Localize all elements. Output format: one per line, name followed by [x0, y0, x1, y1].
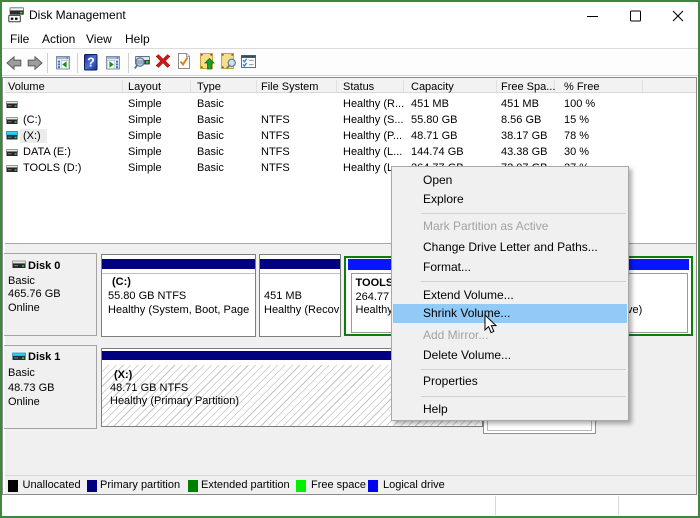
svg-text:?: ? [87, 56, 95, 70]
